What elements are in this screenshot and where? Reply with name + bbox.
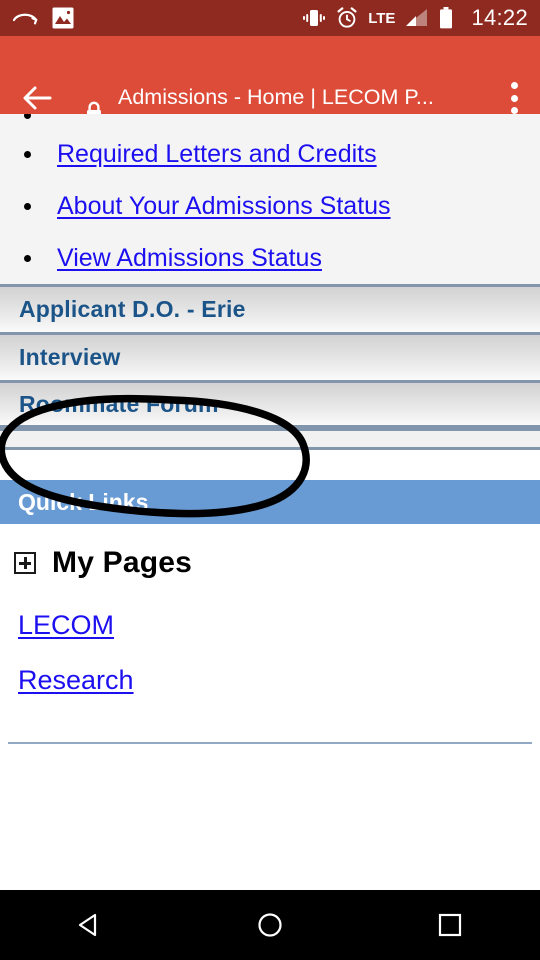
battery-icon bbox=[439, 7, 453, 29]
vibrate-icon bbox=[302, 7, 326, 29]
status-bar-notifications bbox=[12, 7, 74, 29]
lte-icon: LTE bbox=[368, 9, 396, 27]
android-navigation-bar bbox=[0, 890, 540, 960]
page-title: Admissions - Home | LECOM P... bbox=[118, 85, 434, 109]
horizontal-divider bbox=[8, 742, 532, 744]
list-item[interactable]: Research bbox=[18, 653, 540, 708]
browser-toolbar: Admissions - Home | LECOM P... https://p… bbox=[0, 36, 540, 130]
nav-back-button[interactable] bbox=[60, 905, 120, 945]
link-lecom[interactable]: LECOM bbox=[18, 598, 114, 653]
list-item[interactable]: About Your Admissions Status bbox=[0, 180, 540, 232]
section-header-applicant-do-erie[interactable]: Applicant D.O. - Erie bbox=[0, 284, 540, 332]
browser-back-button[interactable] bbox=[20, 81, 54, 115]
menu-dot bbox=[510, 82, 518, 89]
bullet-link-list: Letter Requirements Required Letters and… bbox=[0, 114, 540, 284]
quick-links-header: Quick Links bbox=[0, 480, 540, 524]
my-pages-label: My Pages bbox=[52, 546, 192, 579]
alarm-icon bbox=[336, 7, 358, 29]
menu-dot bbox=[510, 94, 518, 102]
android-status-bar: LTE 14:22 bbox=[0, 0, 540, 36]
quick-links-list: LECOM Research bbox=[0, 580, 540, 708]
menu-dot bbox=[510, 107, 518, 114]
nav-home-button[interactable] bbox=[240, 905, 300, 945]
list-item[interactable]: LECOM bbox=[18, 598, 540, 653]
link-required-letters-and-credits[interactable]: Required Letters and Credits bbox=[57, 139, 377, 169]
status-bar-system-icons: LTE 14:22 bbox=[302, 5, 528, 31]
signal-icon bbox=[405, 8, 429, 28]
status-bar-clock: 14:22 bbox=[471, 5, 528, 30]
my-pages-tree-node[interactable]: My Pages bbox=[0, 524, 540, 580]
link-research[interactable]: Research bbox=[18, 653, 134, 708]
admissions-link-list: Letter Requirements Required Letters and… bbox=[0, 114, 540, 284]
list-item[interactable]: Letter Requirements bbox=[0, 114, 540, 128]
phone-screen: LTE 14:22 Admissions - Home | LECOM P...… bbox=[0, 0, 540, 960]
section-header-roommate-forum[interactable]: Roommate Forum bbox=[0, 380, 540, 428]
section-header-interview[interactable]: Interview bbox=[0, 332, 540, 380]
link-about-your-admissions-status[interactable]: About Your Admissions Status bbox=[57, 191, 391, 221]
list-item[interactable]: View Admissions Status bbox=[0, 232, 540, 284]
section-header-empty bbox=[0, 428, 540, 450]
plus-box-icon[interactable] bbox=[14, 552, 36, 574]
image-icon bbox=[52, 7, 74, 29]
list-item[interactable]: Required Letters and Credits bbox=[0, 128, 540, 180]
page-spacer bbox=[0, 450, 540, 480]
web-page-viewport[interactable]: Letter Requirements Required Letters and… bbox=[0, 114, 540, 890]
nav-recents-button[interactable] bbox=[420, 905, 480, 945]
browser-menu-button[interactable] bbox=[510, 82, 518, 114]
missed-call-icon bbox=[12, 7, 38, 29]
link-view-admissions-status[interactable]: View Admissions Status bbox=[57, 243, 322, 273]
